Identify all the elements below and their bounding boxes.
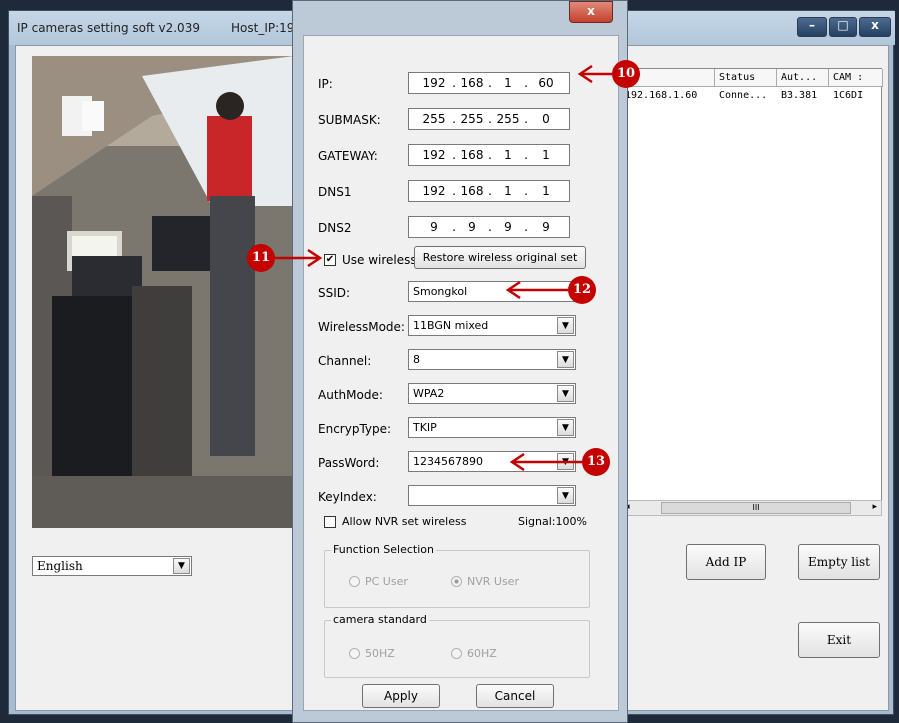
badge-13: 13 xyxy=(582,448,610,476)
annotation-overlay xyxy=(275,64,612,472)
badge-10: 10 xyxy=(612,60,640,88)
badge-11: 11 xyxy=(247,244,275,272)
badge-12: 12 xyxy=(568,276,596,304)
